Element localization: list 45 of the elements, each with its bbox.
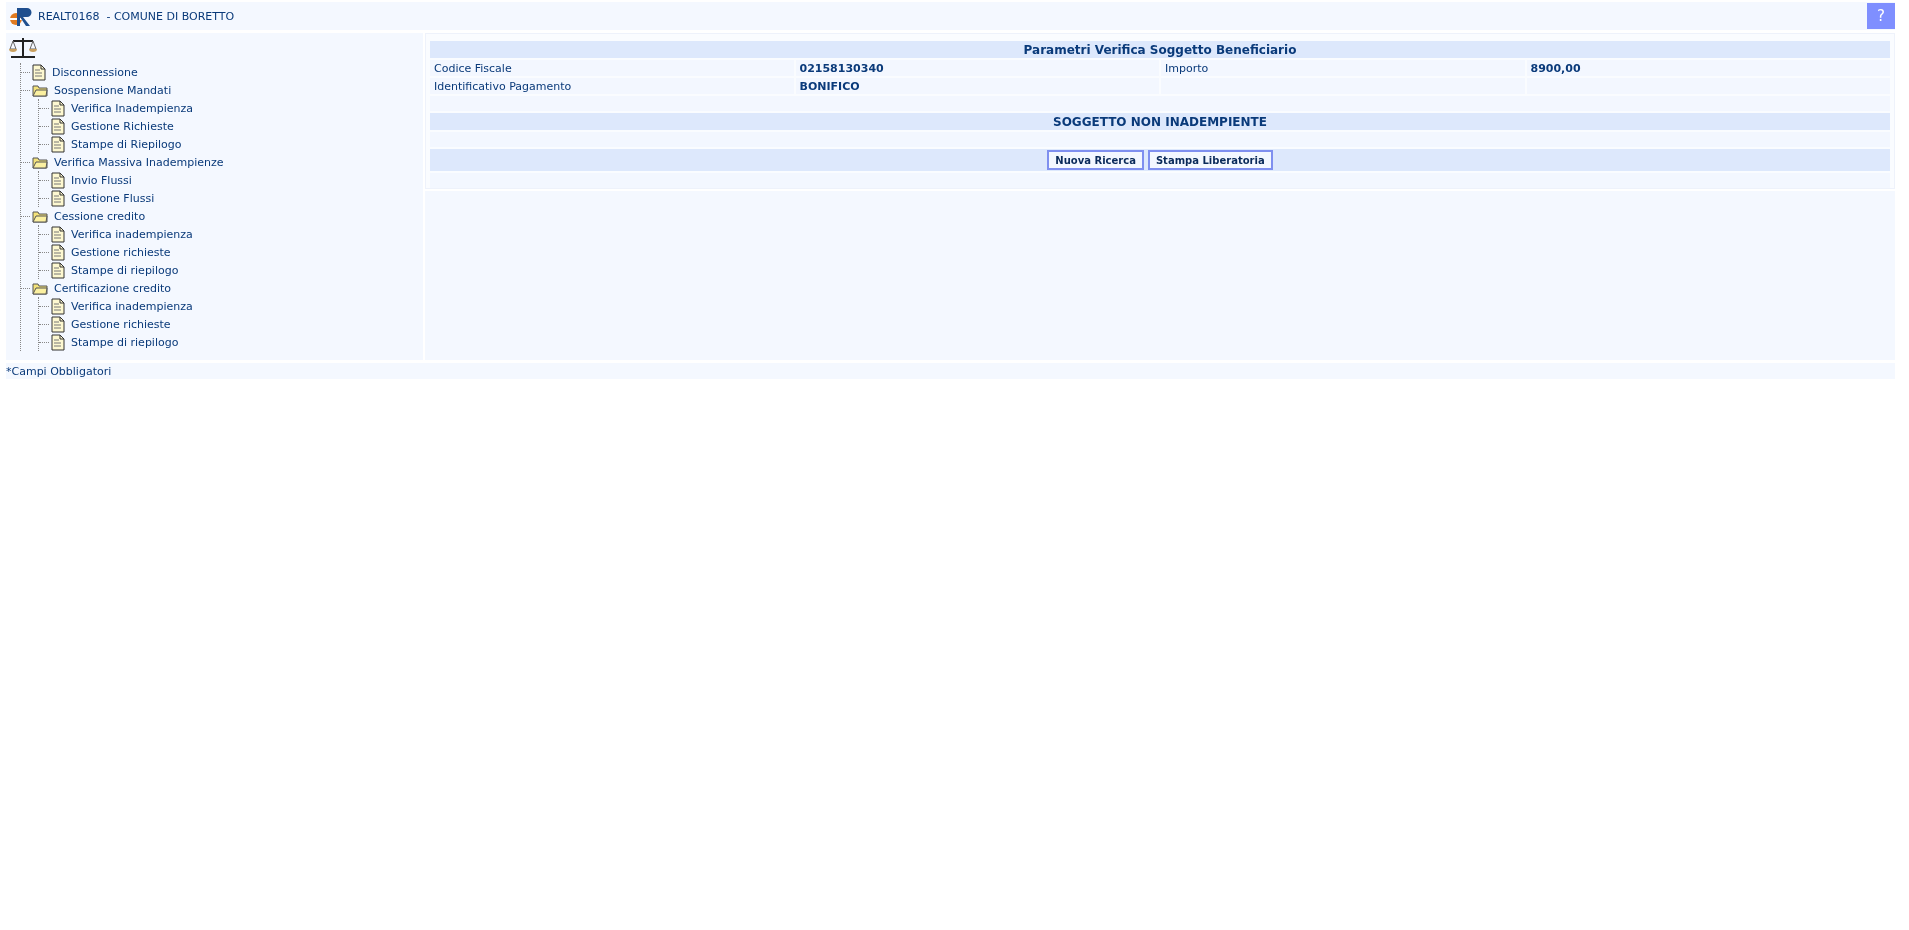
- scales-icon: [8, 36, 38, 60]
- tree-item[interactable]: Stampe di Riepilogo: [71, 137, 182, 151]
- document-icon: [51, 99, 65, 117]
- field-label: Identificativo Pagamento: [430, 78, 794, 94]
- section-title: Parametri Verifica Soggetto Beneficiario: [430, 41, 1890, 58]
- tree-item[interactable]: Disconnessione: [52, 65, 138, 79]
- tree-item[interactable]: Certificazione credito: [54, 281, 172, 295]
- folder-icon: [32, 281, 48, 295]
- document-icon: [51, 261, 65, 279]
- tree-item[interactable]: Verifica inadempienza: [71, 227, 193, 241]
- tree-item[interactable]: Sospensione Mandati: [54, 83, 172, 97]
- tree-item[interactable]: Gestione Richieste: [71, 119, 174, 133]
- document-icon: [51, 189, 65, 207]
- tree-item[interactable]: Gestione Flussi: [71, 191, 155, 205]
- document-icon: [51, 135, 65, 153]
- action-button[interactable]: Nuova Ricerca: [1047, 150, 1144, 170]
- tree-item[interactable]: Gestione richieste: [71, 317, 171, 331]
- tree-item[interactable]: Invio Flussi: [71, 173, 132, 187]
- field-value: 8900,00: [1526, 60, 1890, 76]
- field-label: Codice Fiscale: [430, 60, 794, 76]
- status-message: SOGGETTO NON INADEMPIENTE: [430, 113, 1890, 130]
- document-icon: [51, 333, 65, 351]
- document-icon: [51, 297, 65, 315]
- document-icon: [32, 63, 46, 81]
- document-icon: [51, 171, 65, 189]
- page-title: REALT0168 - COMUNE DI BORETTO: [38, 9, 235, 23]
- tree-item[interactable]: Stampe di riepilogo: [71, 263, 179, 277]
- footnote: *Campi Obbligatori: [6, 364, 112, 378]
- field-value: 02158130340: [795, 60, 1159, 76]
- tree-item[interactable]: Verifica inadempienza: [71, 299, 193, 313]
- tree-item[interactable]: Verifica Massiva Inadempienze: [54, 155, 224, 169]
- field-value: BONIFICO: [795, 78, 1159, 94]
- document-icon: [51, 315, 65, 333]
- tree-item[interactable]: Cessione credito: [54, 209, 146, 223]
- document-icon: [51, 117, 65, 135]
- tree-item[interactable]: Verifica Inadempienza: [71, 101, 193, 115]
- tree-item[interactable]: Gestione richieste: [71, 245, 171, 259]
- action-button[interactable]: Stampa Liberatoria: [1147, 150, 1273, 170]
- document-icon: [51, 243, 65, 261]
- folder-icon: [32, 209, 48, 223]
- tree-item[interactable]: Stampe di riepilogo: [71, 335, 179, 349]
- folder-icon: [32, 155, 48, 169]
- document-icon: [51, 225, 65, 243]
- field-label: Importo: [1161, 60, 1525, 76]
- folder-icon: [32, 83, 48, 97]
